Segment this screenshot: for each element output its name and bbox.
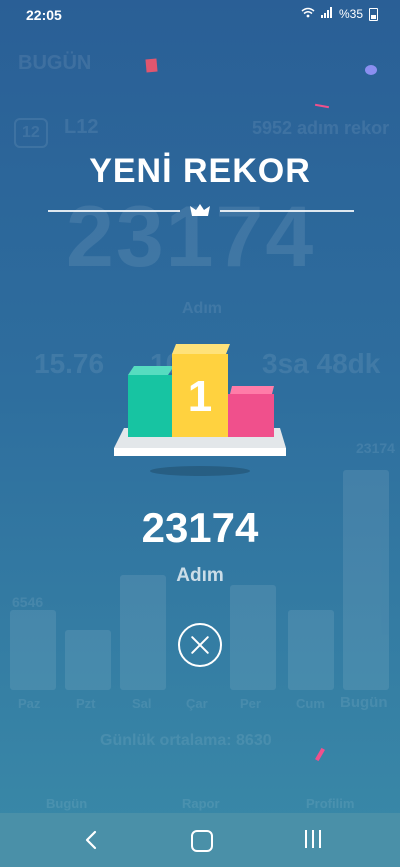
bg-day: Sal: [132, 696, 152, 711]
bg-day: Bugün: [340, 694, 388, 711]
bg-day: Per: [240, 696, 261, 711]
podium-left: [128, 375, 174, 437]
confetti: [145, 58, 158, 73]
divider-right: [220, 210, 354, 212]
bg-tab: Profilim: [306, 796, 355, 811]
bg-steps-unit: Adım: [182, 300, 222, 317]
podium-illustration: 1: [110, 340, 290, 480]
bg-chart-value: 2: [304, 656, 315, 676]
nav-recents-icon[interactable]: [303, 830, 323, 850]
bg-chart-value: 3: [360, 656, 371, 676]
bg-day: Çar: [186, 696, 208, 711]
record-score: 23174: [141, 504, 259, 551]
nav-home-icon[interactable]: [191, 830, 213, 852]
bg-level-badge: 12: [14, 118, 48, 148]
record-title: YENİ REKOR: [89, 152, 311, 190]
bg-day: Pzt: [76, 696, 96, 711]
bg-chart-value: 1: [250, 656, 261, 676]
crown-icon: [188, 203, 212, 217]
podium-right: [228, 394, 274, 437]
podium-rank: 1: [187, 372, 213, 421]
bg-tab: Bugün: [46, 796, 88, 811]
close-button[interactable]: [178, 623, 222, 667]
bg-chart-value: 6546: [12, 594, 44, 610]
nav-back-icon[interactable]: [82, 828, 102, 852]
bg-day: Paz: [18, 696, 41, 711]
bg-day: Cum: [296, 696, 325, 711]
podium-shadow: [150, 466, 250, 476]
record-unit: Adım: [176, 565, 224, 586]
bg-header-title: BUGÜN: [18, 52, 92, 74]
bg-chart-value: 2813: [70, 636, 102, 652]
bg-bar: [10, 610, 56, 690]
navigation-bar: [0, 813, 400, 867]
bg-stat-1: 15.76: [34, 348, 105, 379]
bg-chart-value: 1: [138, 656, 149, 676]
confetti: [365, 65, 377, 75]
bg-record: 5952 adım rekor: [252, 118, 390, 138]
bg-level: L12: [64, 116, 99, 138]
bg-chart-top: 23174: [356, 440, 395, 456]
bg-tab: Rapor: [182, 796, 220, 811]
divider-left: [48, 210, 180, 212]
bg-daily-average: Günlük ortalama: 8630: [100, 732, 272, 749]
bg-bar: [288, 610, 334, 690]
